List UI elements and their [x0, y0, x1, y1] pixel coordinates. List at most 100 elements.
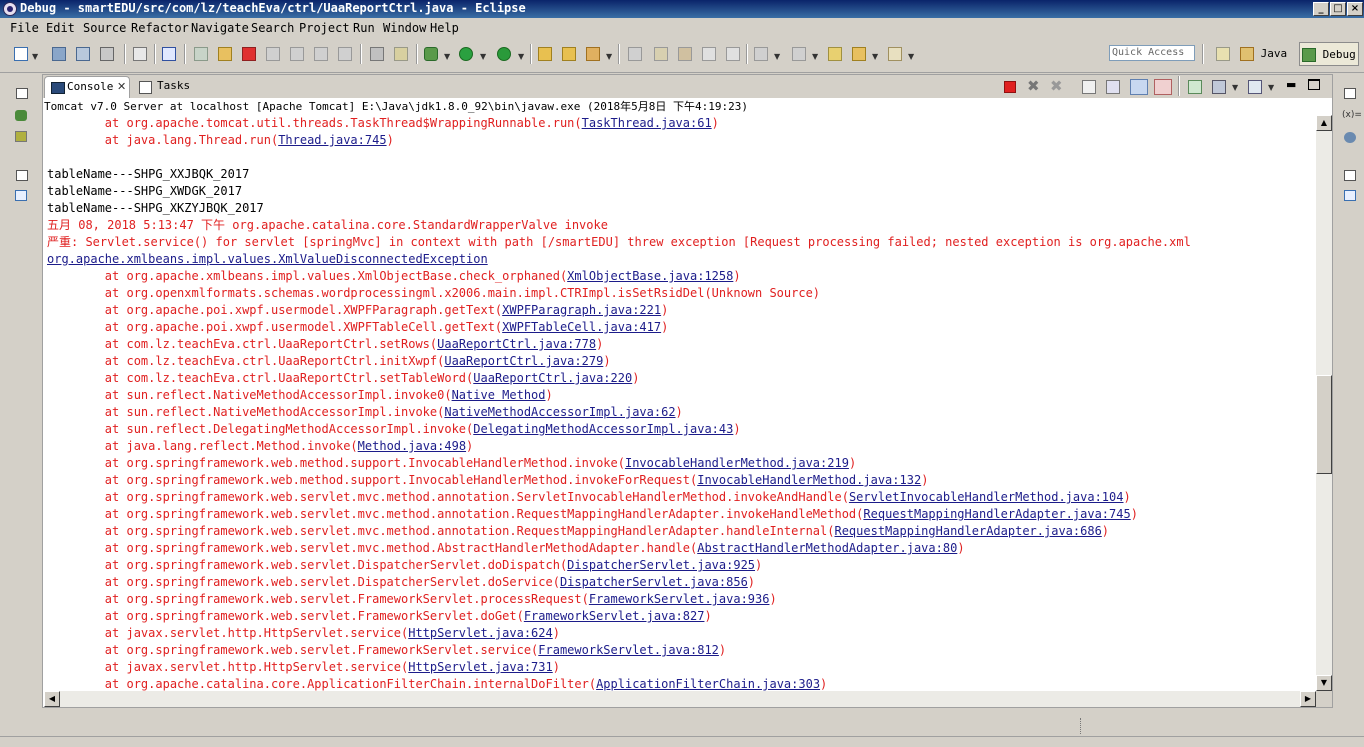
scroll-lock-icon[interactable] [1106, 80, 1120, 94]
restore-icon[interactable] [1344, 170, 1356, 181]
show-whitespace-icon[interactable] [702, 47, 716, 61]
minimize-button[interactable]: _ [1313, 2, 1329, 16]
open-type-icon[interactable] [586, 47, 600, 61]
chevron-down-icon[interactable]: ▼ [1268, 83, 1274, 92]
stacktrace-link[interactable]: Method.java:498 [358, 439, 466, 453]
horizontal-scrollbar[interactable]: ◀ ▶ [44, 691, 1316, 707]
clear-console-icon[interactable] [1082, 80, 1096, 94]
stacktrace-link[interactable]: FrameworkServlet.java:812 [538, 643, 719, 657]
close-window-button[interactable]: × [1347, 2, 1363, 16]
restore-icon[interactable] [16, 170, 28, 181]
stacktrace-link[interactable]: InvocableHandlerMethod.java:132 [697, 473, 921, 487]
show-when-stdout-icon[interactable] [1130, 79, 1148, 95]
chevron-down-icon[interactable]: ▼ [1232, 83, 1238, 92]
step-into-icon[interactable] [290, 47, 304, 61]
stacktrace-link[interactable]: TaskThread.java:61 [582, 116, 712, 130]
menu-navigate[interactable]: Navigate [191, 21, 249, 35]
edit-pen-icon[interactable] [654, 47, 668, 61]
stacktrace-link[interactable]: InvocableHandlerMethod.java:219 [625, 456, 849, 470]
chevron-down-icon[interactable]: ▼ [444, 52, 450, 61]
skip-breakpoints-icon[interactable] [162, 47, 176, 61]
chevron-down-icon[interactable]: ▼ [812, 52, 818, 61]
pin-console-icon[interactable] [1188, 80, 1202, 94]
chevron-down-icon[interactable]: ▼ [872, 52, 878, 61]
new-icon[interactable] [14, 47, 28, 61]
restore-icon[interactable] [16, 88, 28, 99]
tab-console[interactable]: Console ✕ [44, 76, 130, 98]
menu-file[interactable]: File [10, 21, 39, 35]
open-perspective-icon[interactable] [1216, 47, 1230, 61]
menu-edit[interactable]: Edit [46, 21, 75, 35]
terminate-icon[interactable] [1004, 81, 1016, 93]
stacktrace-link[interactable]: FrameworkServlet.java:936 [589, 592, 770, 606]
scroll-up-icon[interactable]: ▲ [1316, 115, 1332, 131]
chevron-down-icon[interactable]: ▼ [908, 52, 914, 61]
stacktrace-link[interactable]: ApplicationFilterChain.java:303 [596, 677, 820, 691]
stacktrace-link[interactable]: XWPFParagraph.java:221 [502, 303, 661, 317]
print-icon[interactable] [100, 47, 114, 61]
outline-view-icon[interactable] [1344, 190, 1356, 201]
maximize-view-icon[interactable] [1308, 79, 1320, 90]
save-all-icon[interactable] [76, 47, 90, 61]
stacktrace-link[interactable]: DelegatingMethodAccessorImpl.java:43 [473, 422, 733, 436]
stacktrace-link[interactable]: FrameworkServlet.java:827 [524, 609, 705, 623]
new-java-project-icon[interactable] [538, 47, 552, 61]
scroll-left-icon[interactable]: ◀ [44, 691, 60, 707]
perspective-debug[interactable]: Debug [1299, 42, 1359, 66]
show-when-stderr-icon[interactable] [1154, 79, 1172, 95]
next-annotation-icon[interactable] [754, 47, 768, 61]
chevron-down-icon[interactable]: ▼ [518, 52, 524, 61]
debug-view-icon[interactable] [15, 110, 27, 121]
menu-window[interactable]: Window [383, 21, 426, 35]
stacktrace-link[interactable]: RequestMappingHandlerAdapter.java:745 [863, 507, 1130, 521]
tab-tasks[interactable]: Tasks [133, 76, 193, 98]
menu-help[interactable]: Help [430, 21, 459, 35]
save-icon[interactable] [52, 47, 66, 61]
toggle-block-selection-icon[interactable] [678, 47, 692, 61]
toggle-mark-occurrences-icon[interactable] [628, 47, 642, 61]
stacktrace-link[interactable]: RequestMappingHandlerAdapter.java:686 [834, 524, 1101, 538]
stacktrace-link[interactable]: DispatcherServlet.java:856 [560, 575, 748, 589]
stacktrace-link[interactable]: HttpServlet.java:624 [408, 626, 553, 640]
stacktrace-link[interactable]: NativeMethodAccessorImpl.java:62 [444, 405, 675, 419]
restore-icon[interactable] [1344, 88, 1356, 99]
stacktrace-link[interactable]: DispatcherServlet.java:925 [567, 558, 755, 572]
stacktrace-link[interactable]: ServletInvocableHandlerMethod.java:104 [849, 490, 1124, 504]
stacktrace-link[interactable]: AbstractHandlerMethodAdapter.java:80 [697, 541, 957, 555]
menu-source[interactable]: Source [83, 21, 126, 35]
open-console-icon[interactable] [1248, 80, 1262, 94]
stacktrace-link[interactable]: Native Method [452, 388, 546, 402]
display-selected-console-icon[interactable] [1212, 80, 1226, 94]
stacktrace-link[interactable]: org.apache.xmlbeans.impl.values.XmlValue… [47, 252, 488, 266]
step-return-icon[interactable] [338, 47, 352, 61]
minimize-view-icon[interactable]: ▬ [1286, 78, 1296, 91]
debug-icon[interactable] [424, 47, 438, 61]
use-step-filters-icon[interactable] [394, 47, 408, 61]
stacktrace-link[interactable]: Thread.java:745 [278, 133, 386, 147]
remove-all-terminated-icon[interactable]: ✖ [1050, 77, 1063, 95]
outline-view-icon[interactable] [15, 190, 27, 201]
previous-annotation-icon[interactable] [792, 47, 806, 61]
menu-refactor[interactable]: Refactor [131, 21, 189, 35]
paragraph-icon[interactable] [726, 47, 740, 61]
stacktrace-link[interactable]: UaaReportCtrl.java:279 [444, 354, 603, 368]
back-arrow-icon[interactable] [852, 47, 866, 61]
quick-access-input[interactable]: Quick Access [1109, 45, 1195, 61]
stacktrace-link[interactable]: UaaReportCtrl.java:778 [437, 337, 596, 351]
run-icon[interactable] [459, 47, 473, 61]
binary-icon[interactable] [133, 47, 147, 61]
variables-view-icon[interactable]: (x)= [1342, 110, 1362, 120]
close-icon[interactable]: ✕ [117, 80, 126, 93]
terminate-icon[interactable] [242, 47, 256, 61]
scroll-right-icon[interactable]: ▶ [1300, 691, 1316, 707]
stacktrace-link[interactable]: XWPFTableCell.java:417 [502, 320, 661, 334]
chevron-down-icon[interactable]: ▼ [480, 52, 486, 61]
drop-to-frame-icon[interactable] [370, 47, 384, 61]
menu-project[interactable]: Project [299, 21, 350, 35]
console-output[interactable]: at org.apache.tomcat.util.threads.TaskTh… [44, 115, 1316, 691]
perspective-java[interactable]: Java [1236, 42, 1294, 66]
stacktrace-link[interactable]: UaaReportCtrl.java:220 [473, 371, 632, 385]
last-edit-location-icon[interactable] [828, 47, 842, 61]
maximize-button[interactable]: □ [1330, 2, 1346, 16]
resume-icon[interactable] [194, 47, 208, 61]
